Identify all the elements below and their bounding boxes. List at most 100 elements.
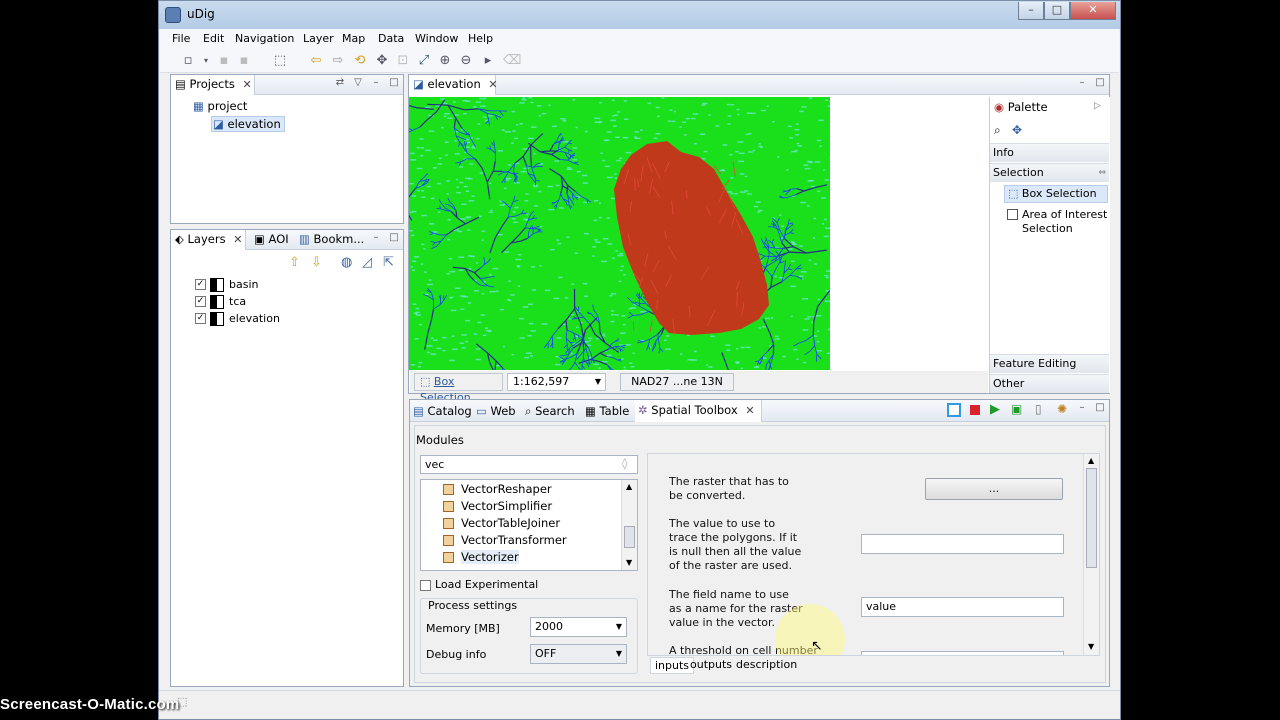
box-selection-tool[interactable]: ⬚ Box Selection bbox=[1004, 185, 1108, 203]
maximize-view-icon[interactable]: □ bbox=[1095, 78, 1105, 88]
scroll-up-icon[interactable]: ▲ bbox=[626, 482, 632, 491]
palette-header[interactable]: ◉ Palette bbox=[994, 100, 1048, 114]
stop-icon[interactable] bbox=[970, 405, 980, 415]
minimize-view-icon[interactable]: – bbox=[1077, 78, 1087, 88]
settings-icon[interactable]: ✺ bbox=[1057, 402, 1067, 416]
subtab-outputs[interactable]: outputs bbox=[690, 658, 732, 671]
scroll-up-icon[interactable]: ▲ bbox=[1088, 456, 1094, 465]
back-icon[interactable]: ⇦ bbox=[308, 53, 324, 69]
layer-row-tca[interactable]: ✓ tca bbox=[195, 294, 345, 310]
palette-section-selection[interactable]: Selection ⇔ bbox=[990, 163, 1109, 182]
layer-row-basin[interactable]: ✓ basin bbox=[195, 277, 345, 293]
project-tree-item[interactable]: ▦ project bbox=[193, 99, 247, 113]
map-render[interactable] bbox=[409, 97, 830, 370]
layer-checkbox[interactable]: ✓ bbox=[195, 279, 206, 290]
subtab-inputs[interactable]: inputs bbox=[650, 657, 695, 674]
palette-section-other[interactable]: Other bbox=[990, 374, 1109, 393]
maximize-view-icon[interactable]: □ bbox=[1095, 403, 1105, 413]
menu-help[interactable]: Help bbox=[468, 32, 493, 45]
tab-projects[interactable]: ▤ Projects ✕ bbox=[171, 75, 255, 95]
layer-checkbox[interactable]: ✓ bbox=[195, 296, 206, 307]
menu-layer[interactable]: Layer bbox=[303, 32, 334, 45]
box-selection-status[interactable]: ⬚ Box Selection bbox=[414, 373, 503, 404]
menu-file[interactable]: File bbox=[172, 32, 190, 45]
tab-bookmarks[interactable]: ▥ Bookm... bbox=[295, 230, 364, 250]
browse-button[interactable]: ... bbox=[925, 478, 1063, 500]
run-script-icon[interactable]: ▣ bbox=[1011, 402, 1022, 416]
param-input[interactable]: value bbox=[861, 597, 1064, 617]
save-all-icon[interactable]: ▪ bbox=[236, 53, 252, 69]
save-icon[interactable]: ▪ bbox=[216, 53, 232, 69]
move-down-icon[interactable]: ⇩ bbox=[311, 255, 322, 270]
crs-button[interactable]: NAD27 ...ne 13N bbox=[620, 373, 734, 391]
tab-aoi[interactable]: ▣ AOI bbox=[250, 230, 289, 250]
zoom-tool-icon[interactable]: ⌕ bbox=[994, 123, 1001, 138]
scroll-down-icon[interactable]: ▼ bbox=[626, 558, 632, 567]
minimize-view-icon[interactable]: – bbox=[371, 233, 381, 243]
tab-catalog[interactable]: ▤ Catalog bbox=[413, 402, 472, 422]
scroll-thumb[interactable] bbox=[624, 526, 635, 548]
new-icon[interactable]: ▫ bbox=[180, 53, 196, 69]
close-icon[interactable]: ✕ bbox=[745, 404, 754, 417]
style-icon[interactable]: ◍ bbox=[341, 255, 352, 270]
menu-navigation[interactable]: Navigation bbox=[235, 32, 294, 45]
module-list-scrollbar[interactable]: ▲ ▼ bbox=[621, 480, 637, 570]
scroll-thumb[interactable] bbox=[1086, 468, 1097, 568]
close-button[interactable]: ✕ bbox=[1070, 2, 1116, 20]
clear-icon[interactable]: ▯ bbox=[1035, 402, 1042, 416]
close-icon[interactable]: ✕ bbox=[243, 78, 252, 91]
tab-spatial-toolbox[interactable]: ✲ Spatial Toolbox ✕ bbox=[635, 400, 762, 422]
menu-map[interactable]: Map bbox=[342, 32, 365, 45]
clear-filter-icon[interactable]: ◊ bbox=[622, 457, 627, 470]
tab-elevation[interactable]: ◪ elevation ✕ bbox=[409, 75, 498, 95]
palette-section-feature-editing[interactable]: Feature Editing bbox=[990, 354, 1109, 373]
map-canvas[interactable] bbox=[409, 97, 830, 370]
menu-window[interactable]: Window bbox=[415, 32, 458, 45]
maximize-view-icon[interactable]: □ bbox=[389, 78, 399, 88]
tab-layers[interactable]: ⬖ Layers ✕ bbox=[171, 230, 246, 250]
run-icon[interactable]: ▶ bbox=[990, 402, 1000, 417]
maximize-button[interactable]: □ bbox=[1044, 2, 1070, 20]
subtab-description[interactable]: description bbox=[736, 658, 797, 671]
list-item[interactable]: VectorTransformer bbox=[443, 533, 567, 547]
properties-icon[interactable]: ◿ bbox=[362, 255, 372, 270]
close-icon[interactable]: ✕ bbox=[233, 233, 242, 246]
forward-icon[interactable]: ⇨ bbox=[330, 53, 346, 69]
map-tree-item[interactable]: ◪ elevation bbox=[211, 116, 285, 132]
debug-combo[interactable]: OFF ▼ bbox=[530, 644, 627, 664]
zoom-in-icon[interactable]: ⊕ bbox=[437, 53, 453, 69]
list-item-selected[interactable]: Vectorizer bbox=[443, 550, 519, 564]
eraser-icon[interactable]: ⌫ bbox=[503, 53, 521, 69]
palette-section-info[interactable]: Info bbox=[990, 143, 1109, 162]
checkbox[interactable] bbox=[420, 580, 431, 591]
scroll-down-icon[interactable]: ▼ bbox=[1088, 642, 1094, 651]
link-icon[interactable]: ⇄ bbox=[335, 78, 345, 88]
param-input[interactable] bbox=[861, 534, 1064, 554]
arrow-icon[interactable]: ▸ bbox=[480, 53, 496, 69]
move-up-icon[interactable]: ⇧ bbox=[289, 255, 300, 270]
param-input[interactable] bbox=[861, 651, 1064, 655]
minimize-button[interactable]: – bbox=[1018, 2, 1044, 20]
pan-tool-icon[interactable]: ✥ bbox=[1012, 123, 1022, 137]
run-selected-icon[interactable] bbox=[947, 403, 961, 417]
module-filter-input[interactable]: vec bbox=[420, 455, 638, 474]
minimize-view-icon[interactable]: – bbox=[1077, 403, 1087, 413]
parameters-scrollbar[interactable]: ▲ ▼ bbox=[1083, 454, 1099, 655]
dropdown-arrow-icon[interactable]: ▾ bbox=[198, 53, 214, 69]
fit-icon[interactable]: ⤢ bbox=[416, 53, 432, 69]
refresh-icon[interactable]: ⟲ bbox=[352, 53, 368, 69]
menu-edit[interactable]: Edit bbox=[203, 32, 224, 45]
menu-data[interactable]: Data bbox=[378, 32, 404, 45]
scale-combo[interactable]: 1:162,597 ▼ bbox=[507, 373, 606, 391]
export-icon[interactable]: ⇱ bbox=[383, 255, 394, 270]
maximize-view-icon[interactable]: □ bbox=[389, 233, 399, 243]
tab-search[interactable]: ⌕ Search bbox=[525, 402, 575, 422]
tab-web[interactable]: ▭ Web bbox=[476, 402, 516, 422]
pan-icon[interactable]: ✥ bbox=[374, 53, 390, 69]
tab-table[interactable]: ▦ Table bbox=[585, 402, 629, 422]
import-icon[interactable]: ⬚ bbox=[272, 53, 288, 69]
layer-row-elevation[interactable]: ✓ elevation bbox=[195, 311, 345, 327]
list-item[interactable]: VectorTableJoiner bbox=[443, 516, 560, 530]
zoom-out-icon[interactable]: ⊖ bbox=[458, 53, 474, 69]
collapse-arrow-icon[interactable]: ▷ bbox=[1094, 101, 1101, 111]
